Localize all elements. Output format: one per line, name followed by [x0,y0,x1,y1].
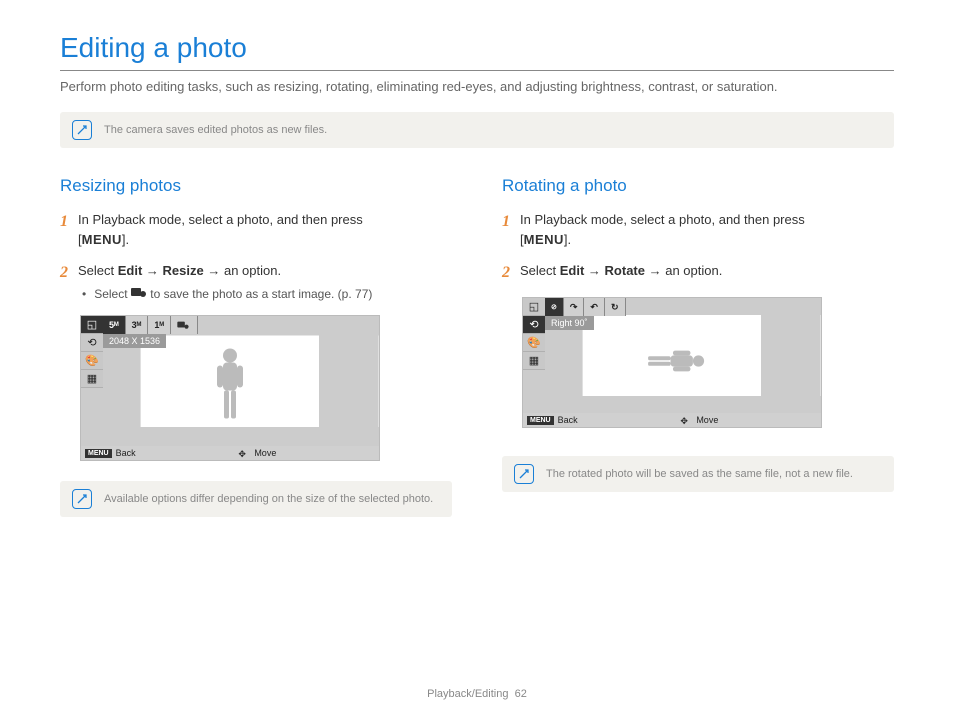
step-number: 2 [60,261,68,303]
adjust-icon: ▦ [523,352,545,370]
back-label: Back [558,415,578,425]
step-number: 2 [502,261,510,285]
note-icon [72,120,92,140]
left-column: Resizing photos 1 In Playback mode, sele… [60,176,452,545]
step-number: 1 [60,210,68,249]
menu-key: MENU [82,232,122,247]
silhouette-figure [205,345,255,430]
left-step-2: 2 Select Edit → Resize → an option. • Se… [60,261,452,303]
back-label: Back [116,448,136,458]
top-note: The camera saves edited photos as new fi… [60,112,894,148]
right-bottom-note-text: The rotated photo will be saved as the s… [546,468,853,480]
silhouette-figure-rotated [638,341,707,381]
side-icons: ◱ ⟲ 🎨 ▦ [81,316,103,388]
right-step-1: 1 In Playback mode, select a photo, and … [502,210,894,249]
step-number: 1 [502,210,510,249]
resize-icon: ◱ [523,298,545,316]
footer-page: 62 [515,688,527,700]
right-bottom-note: The rotated photo will be saved as the s… [502,456,894,492]
start-image-icon [131,285,147,303]
rotate-screen: ◱ ⟲ 🎨 ▦ ⊘ ↷ ↶ ↻ Right 90˚ [522,297,822,428]
footer-section: Playback/Editing [427,688,508,700]
step1-text: In Playback mode, select a photo, and th… [78,212,363,227]
edit-label: Edit [560,263,585,278]
rotate-label: Rotate [605,263,645,278]
menu-key: MENU [524,232,564,247]
intro-text: Perform photo editing tasks, such as res… [60,79,894,94]
note-icon [514,464,534,484]
page-title: Editing a photo [60,32,894,64]
opt-1m: 1ᴹ [148,316,171,334]
size-options: 5ᴹ 3ᴹ 1ᴹ [103,316,198,334]
opt-start-icon [171,316,198,334]
rotate-options: ⊘ ↷ ↶ ↻ [545,298,626,316]
menu-tag: MENU [85,449,112,458]
opt-off: ⊘ [545,298,564,316]
palette-icon: 🎨 [81,352,103,370]
right-column: Rotating a photo 1 In Playback mode, sel… [502,176,894,545]
note-icon [72,489,92,509]
side-icons: ◱ ⟲ 🎨 ▦ [523,298,545,370]
opt-3m: 3ᴹ [126,316,149,334]
adjust-icon: ▦ [81,370,103,388]
rotating-heading: Rotating a photo [502,176,894,196]
resize-icon: ◱ [81,316,103,334]
resize-label: Resize [163,263,204,278]
palette-icon: 🎨 [523,334,545,352]
rotate-label-text: Right 90˚ [545,316,594,330]
opt-5m: 5ᴹ [103,316,126,334]
move-label: Move [696,415,718,425]
resizing-heading: Resizing photos [60,176,452,196]
left-bullet: • Select to save the photo as a start im… [78,285,452,304]
left-bottom-note-text: Available options differ depending on th… [104,493,433,505]
rotate-icon: ⟲ [81,334,103,352]
page-footer: Playback/Editing 62 [0,688,954,700]
rotate-icon: ⟲ [523,316,545,334]
nav-icon [238,449,250,457]
resolution-label: 2048 X 1536 [103,334,166,348]
nav-icon [680,416,692,424]
screen-footer: MENU Back Move [81,446,379,460]
menu-tag: MENU [527,416,554,425]
screen-footer: MENU Back Move [523,413,821,427]
left-step-1: 1 In Playback mode, select a photo, and … [60,210,452,249]
resize-screen: ◱ ⟲ 🎨 ▦ 5ᴹ 3ᴹ 1ᴹ 2048 X 1536 [80,315,380,461]
opt-180: ↻ [605,298,626,316]
edit-label: Edit [118,263,143,278]
move-label: Move [254,448,276,458]
top-note-text: The camera saves edited photos as new fi… [104,124,327,136]
left-bottom-note: Available options differ depending on th… [60,481,452,517]
opt-left90: ↶ [584,298,605,316]
title-rule [60,70,894,71]
opt-right90: ↷ [564,298,585,316]
right-step-2: 2 Select Edit → Rotate → an option. [502,261,894,285]
